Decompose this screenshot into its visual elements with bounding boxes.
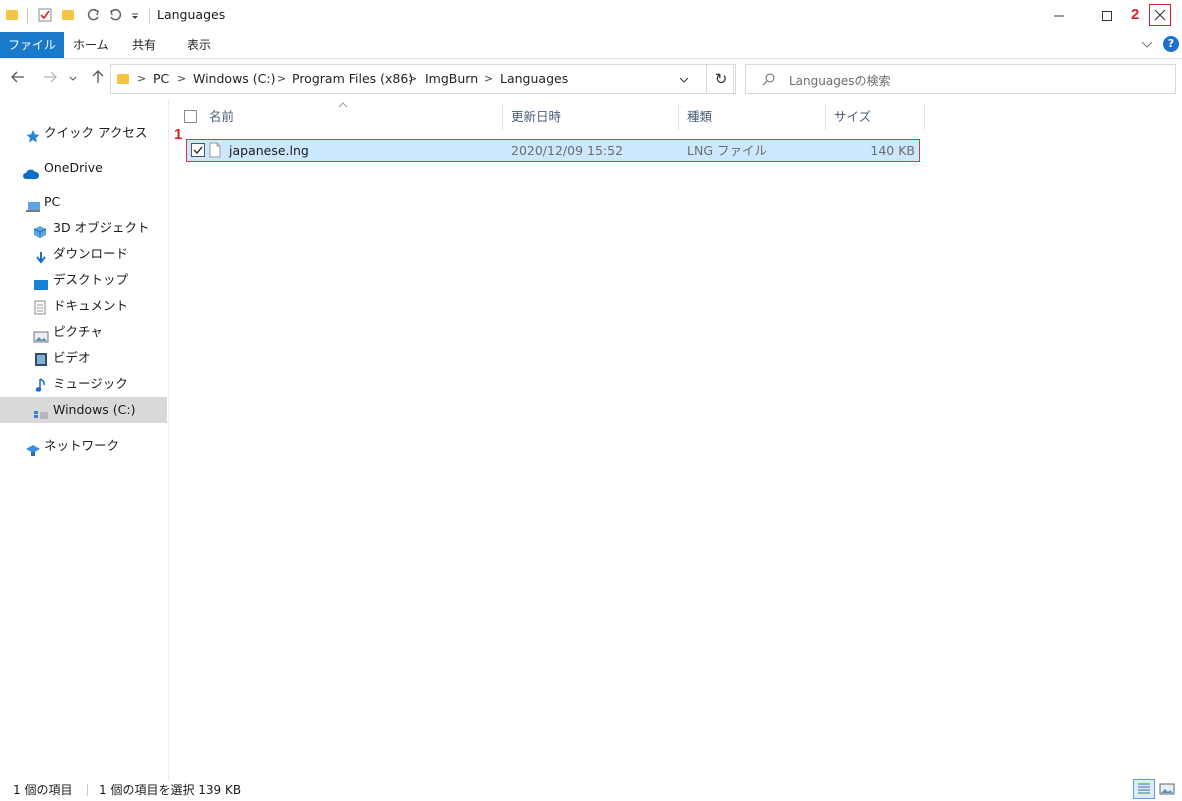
breadcrumb-imgburn[interactable]: ImgBurn — [425, 65, 478, 93]
row-checkbox[interactable] — [191, 143, 205, 157]
file-name: japanese.lng — [229, 143, 309, 158]
nav-documents[interactable]: ドキュメント — [0, 293, 167, 319]
star-icon — [26, 126, 40, 143]
network-icon — [25, 440, 40, 456]
column-modified[interactable]: 更新日時 — [511, 104, 561, 130]
properties-icon[interactable] — [38, 8, 52, 22]
pc-icon — [25, 196, 40, 212]
navigation-pane: クイック アクセス OneDrive PC 3D オブジェクト ダウンロード デ… — [0, 100, 169, 780]
breadcrumb-languages[interactable]: Languages — [500, 65, 568, 93]
file-size: 140 KB — [870, 143, 915, 158]
divider — [27, 8, 28, 24]
customize-toolbar-icon[interactable] — [130, 10, 140, 24]
annotation-marker-1: 1 — [174, 126, 183, 143]
up-button[interactable] — [88, 69, 108, 89]
title-bar: Languages 2 — [0, 0, 1182, 32]
sort-ascending-icon — [338, 98, 348, 112]
nav-network[interactable]: ネットワーク — [0, 433, 167, 459]
file-icon — [209, 142, 221, 161]
nav-downloads[interactable]: ダウンロード — [0, 241, 167, 267]
chevron-right-icon[interactable]: > — [408, 65, 417, 93]
desktop-icon — [33, 274, 48, 290]
select-all-checkbox[interactable] — [184, 110, 197, 123]
refresh-button[interactable]: ↻ — [706, 64, 736, 94]
document-icon — [34, 298, 48, 315]
file-modified: 2020/12/09 15:52 — [511, 143, 624, 158]
file-type: LNG ファイル — [687, 143, 767, 158]
column-name[interactable]: 名前 — [209, 104, 234, 130]
column-separator[interactable] — [924, 104, 925, 130]
file-row[interactable]: japanese.lng 2020/12/09 15:52 LNG ファイル 1… — [186, 139, 920, 162]
close-button[interactable] — [1149, 4, 1171, 26]
chevron-right-icon[interactable]: > — [277, 65, 286, 93]
undo-icon[interactable] — [109, 8, 123, 22]
recent-locations-button[interactable] — [66, 69, 80, 89]
nav-onedrive[interactable]: OneDrive — [0, 155, 167, 181]
large-icons-view-button[interactable] — [1158, 781, 1176, 800]
folder-icon — [117, 74, 129, 84]
divider — [87, 784, 88, 796]
chevron-right-icon[interactable]: > — [177, 65, 186, 93]
window-title: Languages — [157, 7, 226, 22]
chevron-right-icon[interactable]: > — [137, 65, 146, 93]
nav-3d-objects[interactable]: 3D オブジェクト — [0, 215, 167, 241]
address-bar[interactable]: > PC > Windows (C:) > Program Files (x86… — [110, 64, 734, 94]
folder-icon — [6, 10, 18, 20]
chevron-right-icon[interactable]: > — [484, 65, 493, 93]
column-type[interactable]: 種類 — [687, 104, 712, 130]
drive-icon — [33, 404, 48, 419]
minimize-button[interactable] — [1036, 0, 1082, 32]
nav-quick-access[interactable]: クイック アクセス — [0, 120, 167, 146]
music-icon — [35, 376, 49, 392]
new-folder-icon[interactable] — [62, 10, 74, 20]
tab-share[interactable]: 共有 — [122, 32, 166, 58]
video-icon — [34, 350, 48, 366]
tab-home[interactable]: ホーム — [63, 32, 119, 58]
divider — [149, 8, 150, 24]
nav-desktop[interactable]: デスクトップ — [0, 267, 167, 293]
redo-icon[interactable] — [86, 8, 100, 22]
tab-file[interactable]: ファイル — [0, 32, 65, 58]
column-separator[interactable] — [502, 104, 503, 130]
search-icon — [762, 72, 776, 89]
status-selection: 1 個の項目を選択 139 KB — [99, 783, 242, 797]
column-size[interactable]: サイズ — [834, 104, 871, 130]
forward-button[interactable] — [40, 69, 60, 89]
tab-view[interactable]: 表示 — [177, 32, 221, 58]
expand-ribbon-icon[interactable] — [1141, 38, 1153, 53]
breadcrumb-windows-c[interactable]: Windows (C:) — [193, 65, 275, 93]
ribbon: ファイル ホーム 共有 表示 ? — [0, 32, 1182, 59]
nav-pictures[interactable]: ピクチャ — [0, 319, 167, 345]
help-icon[interactable]: ? — [1163, 36, 1179, 52]
nav-videos[interactable]: ビデオ — [0, 345, 167, 371]
breadcrumb-program-files[interactable]: Program Files (x86) — [292, 65, 413, 93]
breadcrumb-pc[interactable]: PC — [153, 65, 169, 93]
cube-icon — [33, 222, 47, 238]
nav-music[interactable]: ミュージック — [0, 371, 167, 397]
address-dropdown-icon[interactable] — [679, 74, 689, 88]
nav-pc[interactable]: PC — [0, 189, 167, 215]
details-view-button[interactable] — [1133, 779, 1155, 799]
maximize-button[interactable] — [1084, 0, 1130, 32]
cloud-icon — [22, 163, 40, 179]
back-button[interactable] — [8, 69, 28, 89]
download-icon — [35, 248, 49, 264]
checkmark-icon — [193, 146, 203, 154]
search-box[interactable]: Languagesの検索 — [745, 64, 1176, 94]
column-separator[interactable] — [825, 104, 826, 130]
status-item-count: 1 個の項目 — [13, 783, 73, 797]
annotation-marker-2: 2 — [1131, 6, 1140, 23]
close-icon — [1154, 9, 1166, 21]
picture-icon — [33, 326, 49, 343]
search-input[interactable]: Languagesの検索 — [789, 72, 890, 89]
nav-windows-c[interactable]: Windows (C:) — [0, 397, 167, 423]
column-separator[interactable] — [678, 104, 679, 130]
